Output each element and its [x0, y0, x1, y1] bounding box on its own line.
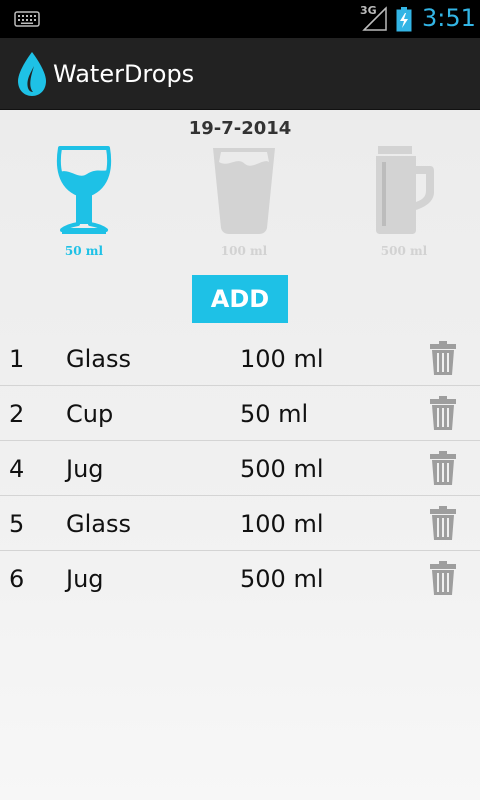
entry-type: Cup — [66, 400, 114, 428]
entry-list: 1 Glass 100 ml 2 Cup 50 ml 4 Jug 500 ml … — [0, 331, 480, 606]
vessel-glass[interactable]: 50 ml — [14, 144, 154, 264]
entry-id: 2 — [9, 400, 25, 428]
cup-icon — [213, 148, 275, 234]
keyboard-icon — [14, 11, 40, 32]
list-item: 5 Glass 100 ml — [0, 496, 480, 551]
entry-type: Glass — [66, 510, 131, 538]
entry-type: Jug — [66, 565, 104, 593]
entry-volume: 500 ml — [240, 565, 324, 593]
list-item: 1 Glass 100 ml — [0, 331, 480, 386]
jug-icon — [376, 146, 434, 234]
action-bar: WaterDrops — [0, 38, 480, 110]
vessel-cup-label: 100 ml — [220, 244, 268, 258]
date-label: 19-7-2014 — [188, 118, 292, 139]
vessel-cup[interactable]: 100 ml — [174, 144, 314, 264]
trash-icon[interactable] — [430, 396, 456, 435]
entry-type: Glass — [66, 345, 131, 373]
list-item: 2 Cup 50 ml — [0, 386, 480, 441]
list-item: 4 Jug 500 ml — [0, 441, 480, 496]
app-title: WaterDrops — [53, 60, 195, 88]
entry-volume: 50 ml — [240, 400, 309, 428]
list-item: 6 Jug 500 ml — [0, 551, 480, 606]
trash-icon[interactable] — [430, 341, 456, 380]
entry-id: 1 — [9, 345, 25, 373]
entry-id: 6 — [9, 565, 25, 593]
battery-icon — [396, 6, 412, 37]
trash-icon[interactable] — [430, 561, 456, 600]
trash-icon[interactable] — [430, 451, 456, 490]
vessel-jug[interactable]: 500 ml — [334, 144, 474, 264]
entry-volume: 500 ml — [240, 455, 324, 483]
main-content: 19-7-2014 50 ml 100 ml 500 ml ADD 1 Glas… — [0, 110, 480, 800]
wine-glass-icon — [56, 146, 112, 234]
entry-id: 5 — [9, 510, 25, 538]
entry-id: 4 — [9, 455, 25, 483]
vessel-glass-label: 50 ml — [64, 244, 104, 258]
water-drop-logo[interactable] — [16, 50, 48, 103]
entry-type: Jug — [66, 455, 104, 483]
vessel-jug-label: 500 ml — [380, 244, 428, 258]
network-type: 3G — [360, 4, 377, 17]
entry-volume: 100 ml — [240, 345, 324, 373]
add-button[interactable]: ADD — [192, 275, 288, 323]
status-time: 3:51 — [422, 4, 476, 32]
status-bar: 3G 3:51 — [0, 0, 480, 38]
trash-icon[interactable] — [430, 506, 456, 545]
entry-volume: 100 ml — [240, 510, 324, 538]
